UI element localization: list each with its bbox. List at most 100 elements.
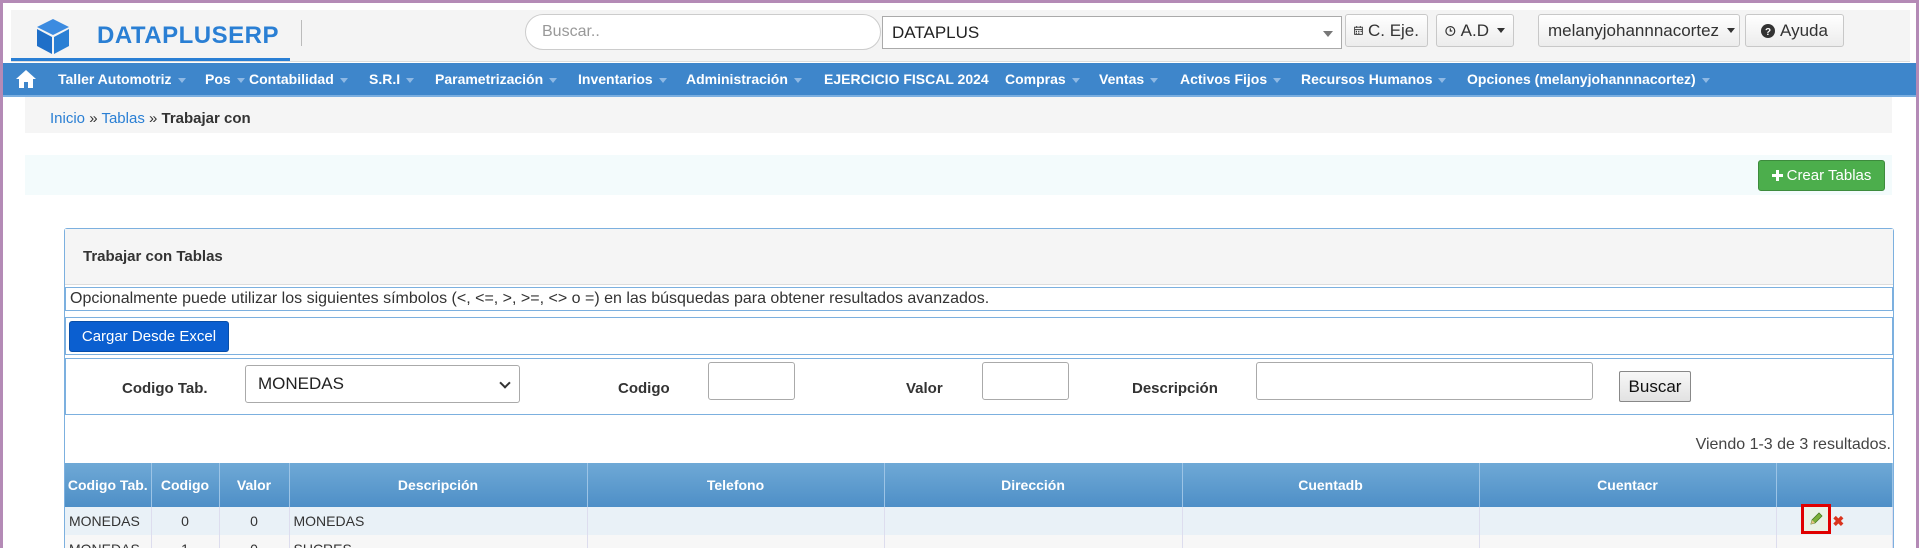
breadcrumb-separator: » <box>89 110 98 127</box>
tables-grid: Codigo Tab. Codigo Valor Descripción Tel… <box>65 463 1893 548</box>
ad-dropdown[interactable]: A.D <box>1436 14 1514 47</box>
brand-name[interactable]: DATAPLUSERP <box>97 22 279 50</box>
brand-underline <box>11 58 290 61</box>
nav-ventas[interactable]: Ventas <box>1099 71 1159 87</box>
column-header[interactable]: Cuentacr <box>1479 463 1777 507</box>
user-dropdown[interactable]: melanyjohannnacortez <box>1538 14 1740 47</box>
caret-down-icon <box>1273 77 1282 83</box>
row-actions <box>1776 535 1893 548</box>
caret-down-icon <box>339 77 348 83</box>
codigo-tab-select[interactable]: MONEDAS <box>245 365 520 403</box>
cell: 0 <box>151 507 220 535</box>
edit-button[interactable] <box>1800 504 1831 534</box>
column-header[interactable]: Valor <box>219 463 290 507</box>
delete-x-icon[interactable]: ✖ <box>1833 513 1845 530</box>
cube-logo-icon <box>37 19 69 54</box>
create-tables-button[interactable]: Crear Tablas <box>1758 160 1885 191</box>
column-header[interactable]: Cuentadb <box>1182 463 1480 507</box>
create-tables-label: Crear Tablas <box>1786 167 1872 184</box>
table-row: MONEDAS 0 0 MONEDAS ✖ <box>65 504 1893 535</box>
search-input[interactable] <box>525 14 881 50</box>
nav-taller-automotriz[interactable]: Taller Automotriz <box>58 71 186 87</box>
nav-contabilidad[interactable]: Contabilidad <box>249 71 348 87</box>
column-header[interactable]: Dirección <box>884 463 1183 507</box>
cell: 0 <box>219 507 290 535</box>
cell: MONEDAS <box>289 507 588 535</box>
cell: 0 <box>219 535 290 548</box>
panel-header: Trabajar con Tablas <box>65 229 1893 285</box>
column-header-actions <box>1776 463 1893 507</box>
nav-parametrizacion[interactable]: Parametrización <box>435 71 558 87</box>
calendar-icon <box>1354 26 1363 35</box>
cell <box>1182 507 1480 535</box>
caret-down-icon <box>236 77 245 83</box>
caret-down-icon <box>793 77 802 83</box>
column-header[interactable]: Codigo <box>151 463 220 507</box>
breadcrumb-current: Trabajar con <box>161 110 251 127</box>
codigo-tab-select-value: MONEDAS <box>258 374 344 393</box>
cell: 1 <box>151 535 220 548</box>
plus-icon <box>1771 170 1783 181</box>
main-nav: Taller Automotriz Pos Contabilidad S.R.I… <box>3 63 1916 97</box>
nav-ejercicio-fiscal[interactable]: EJERCICIO FISCAL 2024 <box>824 71 989 87</box>
load-from-excel-button[interactable]: Cargar Desde Excel <box>69 321 229 352</box>
caret-down-icon <box>177 77 186 83</box>
filter-bar: Codigo Tab. MONEDAS Codigo Valor Descrip… <box>65 358 1893 415</box>
breadcrumb-band <box>25 97 1892 133</box>
caret-down-icon <box>1727 28 1736 33</box>
ad-label: A.D <box>1460 20 1489 40</box>
descripcion-input[interactable] <box>1256 362 1593 400</box>
nav-compras[interactable]: Compras <box>1005 71 1080 87</box>
caret-down-icon <box>1438 77 1447 83</box>
nav-opciones[interactable]: Opciones (melanyjohannnacortez) <box>1467 71 1710 87</box>
user-label: melanyjohannnacortez <box>1547 20 1720 40</box>
breadcrumb-separator: » <box>148 110 158 127</box>
nav-sri[interactable]: S.R.I <box>369 71 415 87</box>
cell <box>587 507 885 535</box>
cell <box>884 507 1183 535</box>
home-icon[interactable] <box>15 69 37 89</box>
nav-inventarios[interactable]: Inventarios <box>578 71 667 87</box>
nav-activos-fijos[interactable]: Activos Fijos <box>1180 71 1282 87</box>
column-header[interactable]: Descripción <box>289 463 588 507</box>
search-hint: Opcionalmente puede utilizar los siguien… <box>65 287 1893 311</box>
caret-down-icon <box>1497 28 1505 33</box>
breadcrumb-tables-link[interactable]: Tablas <box>101 110 144 127</box>
caret-down-icon <box>1323 31 1333 37</box>
cej-label: C. Eje. <box>1367 20 1419 40</box>
nav-recursos-humanos[interactable]: Recursos Humanos <box>1301 71 1447 87</box>
svg-text:?: ? <box>1765 27 1771 38</box>
logo[interactable] <box>33 14 73 58</box>
row-actions: ✖ <box>1776 504 1893 535</box>
divider <box>301 20 302 46</box>
breadcrumb-home-link[interactable]: Inicio <box>50 110 85 127</box>
help-button[interactable]: ? Ayuda <box>1745 14 1844 47</box>
caret-down-icon <box>1150 77 1159 83</box>
table-header-row: Codigo Tab. Codigo Valor Descripción Tel… <box>65 463 1893 507</box>
cej-button[interactable]: C. Eje. <box>1345 14 1428 47</box>
company-select-value: DATAPLUS <box>892 22 980 42</box>
column-header[interactable]: Codigo Tab. <box>65 463 152 507</box>
cell: SUCRES <box>289 535 588 548</box>
panel-title: Trabajar con Tablas <box>83 248 223 265</box>
company-select[interactable]: DATAPLUS <box>882 16 1342 49</box>
cell: MONEDAS <box>65 507 152 535</box>
question-circle-icon: ? <box>1761 23 1776 38</box>
cell <box>1479 507 1777 535</box>
help-label: Ayuda <box>1780 20 1828 40</box>
breadcrumb: Inicio » Tablas » Trabajar con <box>50 110 251 127</box>
pencil-icon <box>1809 512 1823 525</box>
cell: MONEDAS <box>65 535 152 548</box>
excel-bar: Cargar Desde Excel <box>65 317 1893 355</box>
nav-pos[interactable]: Pos <box>205 71 245 87</box>
caret-down-icon <box>658 77 667 83</box>
column-header[interactable]: Telefono <box>587 463 885 507</box>
results-count: Viendo 1-3 de 3 resultados. <box>1695 436 1891 453</box>
codigo-tab-label: Codigo Tab. <box>122 380 208 397</box>
valor-input[interactable] <box>982 362 1069 400</box>
search-button[interactable]: Buscar <box>1619 371 1691 402</box>
tables-panel: Trabajar con Tablas Opcionalmente puede … <box>64 228 1894 548</box>
nav-administracion[interactable]: Administración <box>686 71 802 87</box>
caret-down-icon <box>1701 77 1710 83</box>
codigo-input[interactable] <box>708 362 795 400</box>
